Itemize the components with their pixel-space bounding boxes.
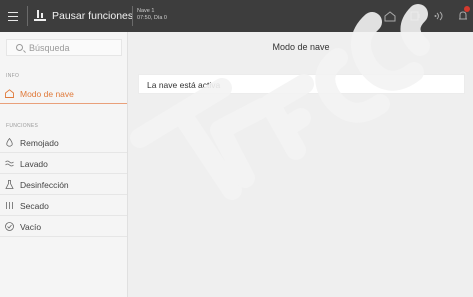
top-bar: Pausar funciones Nave 1 07:50, Día 0 [0, 0, 473, 32]
pause-functions-label: Pausar funciones [52, 10, 134, 22]
check-circle-icon [5, 222, 14, 231]
screen-icon[interactable] [409, 10, 421, 22]
sidebar-item-label: Remojado [20, 137, 59, 148]
nave-name: Nave 1 [137, 8, 155, 14]
house-icon[interactable] [384, 10, 396, 22]
nave-info: Nave 1 07:50, Día 0 [137, 8, 167, 22]
divider [27, 6, 28, 26]
sidebar-item-vacio[interactable]: Vacío [0, 217, 127, 237]
sidebar-item-label: Vacío [20, 221, 42, 232]
wifi-icon[interactable] [434, 10, 446, 22]
flask-icon [5, 180, 14, 189]
nave-time: 07:50, Día 0 [137, 15, 167, 21]
droplet-icon [6, 138, 13, 147]
sidebar-item-secado[interactable]: Secado [0, 196, 127, 216]
sidebar-item-label: Modo de nave [20, 88, 74, 99]
sidebar-item-modo-de-nave[interactable]: Modo de nave [0, 84, 127, 104]
sidebar-item-remojado[interactable]: Remojado [0, 133, 127, 153]
page-title: Modo de nave [272, 42, 330, 52]
status-panel: La nave está activa [138, 74, 465, 94]
section-label-functions: FUNCIONES [6, 123, 39, 129]
section-label-info: INFO [6, 73, 20, 79]
pause-functions-icon [34, 10, 46, 22]
water-waves-icon [5, 160, 14, 167]
pause-functions-button[interactable]: Pausar funciones [34, 0, 133, 32]
sidebar-item-label: Desinfección [20, 179, 69, 190]
notification-badge [464, 6, 470, 12]
sidebar-item-desinfeccion[interactable]: Desinfección [0, 175, 127, 195]
heat-icon [6, 202, 13, 209]
sidebar-item-lavado[interactable]: Lavado [0, 154, 127, 174]
search-input[interactable] [29, 42, 119, 54]
divider [132, 6, 133, 26]
status-text: La nave está activa [147, 80, 221, 90]
menu-icon[interactable] [8, 9, 18, 23]
search-icon [16, 44, 23, 51]
sidebar: INFO Modo de nave FUNCIONES Remojado Lav… [0, 32, 128, 297]
house-icon [5, 89, 14, 98]
search-box[interactable] [6, 39, 122, 56]
sidebar-item-label: Secado [20, 200, 49, 211]
sidebar-item-label: Lavado [20, 158, 48, 169]
